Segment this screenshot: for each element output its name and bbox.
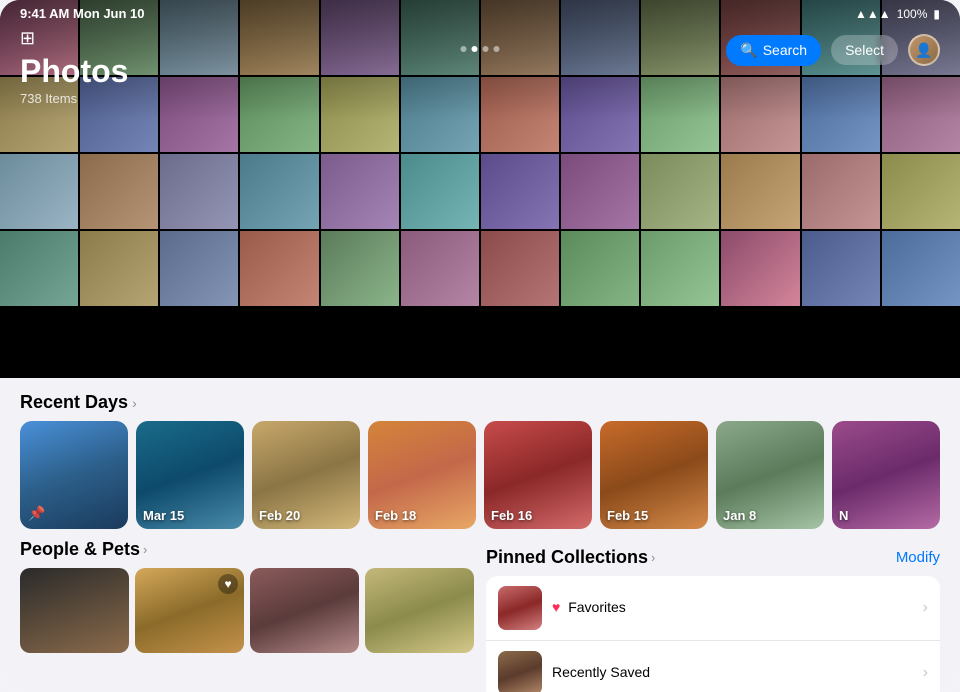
two-col-section: People & Pets › ♥ <box>0 539 960 692</box>
photo-cell-43[interactable] <box>561 231 639 306</box>
pinned-info-0: ♥ Favorites <box>552 599 913 617</box>
pinned-list: ♥ Favorites › Recently Saved › <box>486 576 940 692</box>
day-label-2: Feb 20 <box>259 508 300 523</box>
photo-cell-37[interactable] <box>80 231 158 306</box>
pinned-thumb-1 <box>498 651 542 692</box>
pinned-title: Pinned Collections <box>486 547 648 568</box>
day-label-3: Feb 18 <box>375 508 416 523</box>
pinned-item-0[interactable]: ♥ Favorites › <box>486 576 940 640</box>
people-grid: ♥ <box>20 568 474 653</box>
photo-cell-38[interactable] <box>160 231 238 306</box>
photo-cell-29[interactable] <box>401 154 479 229</box>
pin-icon-0: 📌 <box>28 505 45 522</box>
photo-cell-42[interactable] <box>481 231 559 306</box>
wifi-icon: ▲▲▲ <box>855 7 891 21</box>
photos-title: Photos <box>20 55 128 87</box>
photo-cell-30[interactable] <box>481 154 559 229</box>
pinned-chevron-1: › <box>923 664 928 682</box>
day-card-0[interactable]: 📌 <box>20 421 128 529</box>
photo-cell-24[interactable] <box>0 154 78 229</box>
people-title-row: People & Pets › <box>20 539 147 560</box>
search-icon: 🔍 <box>740 42 757 59</box>
main-container: 9:41 AM Mon Jun 10 ▲▲▲ 100% ▮ ⊞ Photos 7… <box>0 0 960 692</box>
avatar-button[interactable]: 👤 <box>908 34 940 66</box>
avatar-icon: 👤 <box>915 42 932 59</box>
person-card-2[interactable] <box>250 568 359 653</box>
people-title: People & Pets <box>20 539 140 560</box>
day-card-7[interactable]: N <box>832 421 940 529</box>
sidebar-icon[interactable]: ⊞ <box>20 28 128 49</box>
header-actions: 🔍 Search Select 👤 <box>726 34 940 66</box>
pinned-item-1[interactable]: Recently Saved › <box>486 640 940 692</box>
modify-button[interactable]: Modify <box>896 549 940 566</box>
battery-icon: ▮ <box>933 7 940 21</box>
photo-cell-34[interactable] <box>802 154 880 229</box>
photo-cell-45[interactable] <box>721 231 799 306</box>
person-bg-2 <box>250 568 359 653</box>
heart-icon-0: ♥ <box>552 599 560 615</box>
photo-cell-47[interactable] <box>882 231 960 306</box>
photo-cell-39[interactable] <box>240 231 318 306</box>
photo-cell-25[interactable] <box>80 154 158 229</box>
pinned-section: Pinned Collections › Modify ♥ Favorites <box>486 539 940 692</box>
recent-days-scroll: 📌 Mar 15 Feb 20 Feb 18 Feb 16 Feb 15 Jan… <box>0 421 960 539</box>
photo-cell-31[interactable] <box>561 154 639 229</box>
battery-text: 100% <box>897 7 928 21</box>
day-label-5: Feb 15 <box>607 508 648 523</box>
recent-days-chevron[interactable]: › <box>132 395 137 411</box>
recent-days-section: Recent Days › 📌 Mar 15 Feb 20 Feb 18 Feb <box>0 378 960 539</box>
photo-cell-44[interactable] <box>641 231 719 306</box>
day-card-3[interactable]: Feb 18 <box>368 421 476 529</box>
pinned-thumb-0 <box>498 586 542 630</box>
people-chevron[interactable]: › <box>143 542 147 557</box>
recent-days-header: Recent Days › <box>0 378 960 421</box>
search-button[interactable]: 🔍 Search <box>726 35 821 66</box>
heart-badge-1: ♥ <box>218 574 238 594</box>
photos-count: 738 Items <box>20 91 128 106</box>
day-label-6: Jan 8 <box>723 508 756 523</box>
status-bar: 9:41 AM Mon Jun 10 ▲▲▲ 100% ▮ <box>0 0 960 25</box>
photo-cell-36[interactable] <box>0 231 78 306</box>
person-bg-3 <box>365 568 474 653</box>
day-card-1[interactable]: Mar 15 <box>136 421 244 529</box>
photo-cell-40[interactable] <box>321 231 399 306</box>
pinned-name-1: Recently Saved <box>552 664 650 680</box>
day-label-7: N <box>839 508 848 523</box>
day-card-4[interactable]: Feb 16 <box>484 421 592 529</box>
photo-cell-27[interactable] <box>240 154 318 229</box>
photo-cell-26[interactable] <box>160 154 238 229</box>
photo-cell-35[interactable] <box>882 154 960 229</box>
pinned-chevron-0: › <box>923 599 928 617</box>
recent-days-title: Recent Days <box>20 392 128 413</box>
photo-cell-46[interactable] <box>802 231 880 306</box>
people-and-pets-column: People & Pets › ♥ <box>20 539 474 692</box>
status-icons: ▲▲▲ 100% ▮ <box>855 7 940 21</box>
pinned-section-header: Pinned Collections › Modify <box>486 547 940 568</box>
bottom-section: Recent Days › 📌 Mar 15 Feb 20 Feb 18 Feb <box>0 378 960 692</box>
person-card-0[interactable] <box>20 568 129 653</box>
day-label-4: Feb 16 <box>491 508 532 523</box>
select-button[interactable]: Select <box>831 35 898 65</box>
pinned-info-1: Recently Saved <box>552 664 913 682</box>
person-card-3[interactable] <box>365 568 474 653</box>
status-time: 9:41 AM Mon Jun 10 <box>20 6 145 21</box>
photo-cell-32[interactable] <box>641 154 719 229</box>
day-card-6[interactable]: Jan 8 <box>716 421 824 529</box>
pinned-title-row: Pinned Collections › <box>486 547 655 568</box>
day-card-2[interactable]: Feb 20 <box>252 421 360 529</box>
day-card-5[interactable]: Feb 15 <box>600 421 708 529</box>
person-card-1[interactable]: ♥ <box>135 568 244 653</box>
photo-cell-41[interactable] <box>401 231 479 306</box>
photo-cell-28[interactable] <box>321 154 399 229</box>
photo-cell-33[interactable] <box>721 154 799 229</box>
person-bg-0 <box>20 568 129 653</box>
photos-title-block: ⊞ Photos 738 Items <box>20 28 128 106</box>
photo-grid-section: 9:41 AM Mon Jun 10 ▲▲▲ 100% ▮ ⊞ Photos 7… <box>0 0 960 378</box>
pinned-name-0: ♥ Favorites <box>552 599 626 615</box>
pinned-collections-column: Pinned Collections › Modify ♥ Favorites <box>486 539 940 692</box>
day-label-1: Mar 15 <box>143 508 184 523</box>
people-and-pets-header: People & Pets › <box>20 539 474 560</box>
pinned-chevron[interactable]: › <box>651 550 655 565</box>
